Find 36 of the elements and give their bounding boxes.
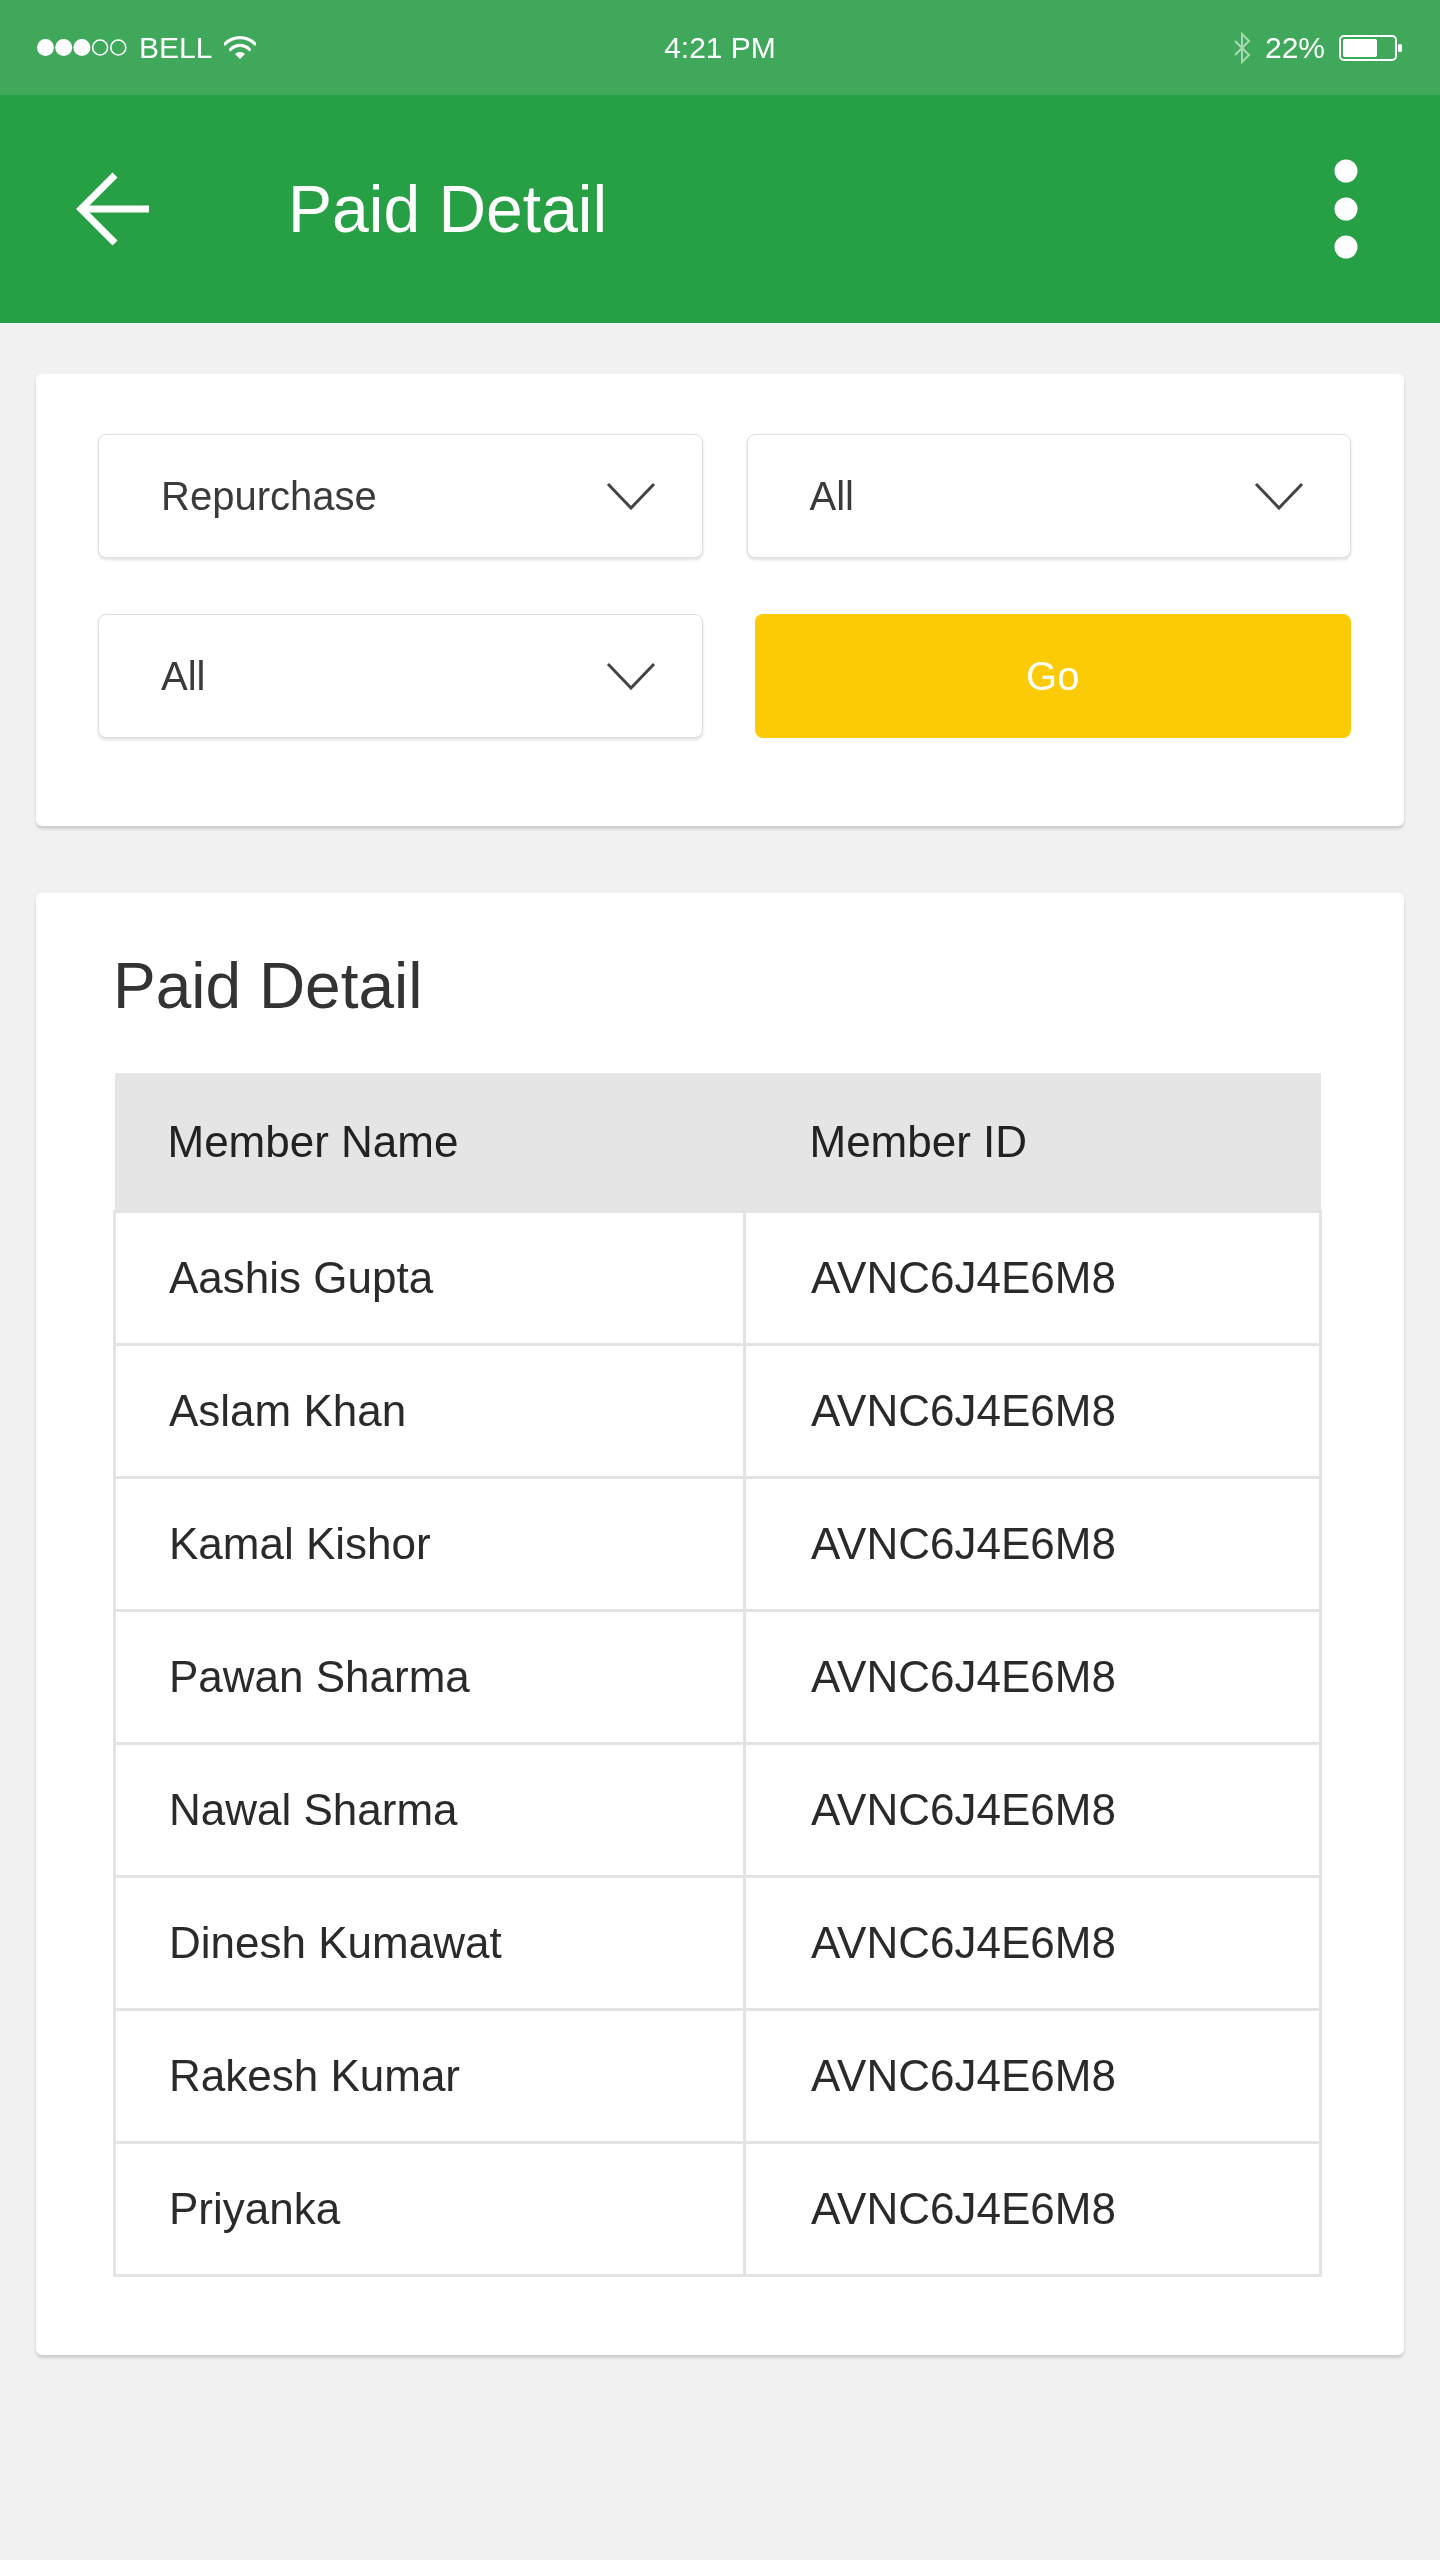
dropdown-select[interactable]: All <box>98 614 703 738</box>
table-cell: Rakesh Kumar <box>114 2009 745 2143</box>
bluetooth-icon <box>1232 31 1251 64</box>
chevron-down-icon <box>1254 482 1304 510</box>
table-cell: AVNC6J4E6M8 <box>744 1477 1321 1611</box>
table-cell: AVNC6J4E6M8 <box>744 1344 1321 1478</box>
chevron-down-icon <box>605 662 656 690</box>
table-cell: AVNC6J4E6M8 <box>744 2009 1321 2143</box>
table-cell: Kamal Kishor <box>114 1477 745 1611</box>
table-cell: AVNC6J4E6M8 <box>744 2142 1321 2276</box>
signal-strength-icon <box>37 39 127 56</box>
table-cell: AVNC6J4E6M8 <box>744 1876 1321 2010</box>
table-cell: Priyanka <box>114 2142 745 2276</box>
table-cell: AVNC6J4E6M8 <box>744 1610 1321 1744</box>
column-header: Member ID <box>744 1073 1321 1212</box>
table-cell: Nawal Sharma <box>114 1743 745 1877</box>
screen-title: Paid Detail <box>288 176 608 242</box>
carrier-name: BELL <box>139 30 213 66</box>
dropdown-select[interactable]: All <box>746 434 1351 558</box>
back-button[interactable] <box>75 171 151 247</box>
section-title: Paid Detail <box>113 954 424 1018</box>
table-cell: AVNC6J4E6M8 <box>744 1743 1321 1877</box>
more-options-button[interactable] <box>1334 159 1358 259</box>
chevron-down-icon <box>605 482 656 510</box>
column-header: Member Name <box>114 1073 745 1212</box>
table-cell: AVNC6J4E6M8 <box>744 1211 1321 1345</box>
table-cell: Dinesh Kumawat <box>114 1876 745 2010</box>
table-cell: Aslam Khan <box>114 1344 745 1478</box>
table-cell: Aashis Gupta <box>114 1211 745 1345</box>
more-vertical-icon <box>1334 159 1358 259</box>
status-time: 4:21 PM <box>664 30 776 66</box>
wifi-icon <box>224 35 257 60</box>
battery-icon <box>1339 34 1403 61</box>
dropdown-select[interactable]: Repurchase <box>98 434 703 558</box>
table-cell: Pawan Sharma <box>114 1610 745 1744</box>
battery-percentage: 22% <box>1264 30 1325 66</box>
